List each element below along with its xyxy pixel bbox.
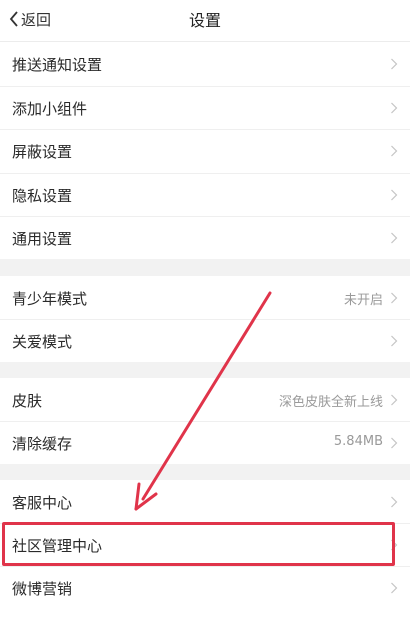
annotation-arrow-icon <box>134 291 272 511</box>
